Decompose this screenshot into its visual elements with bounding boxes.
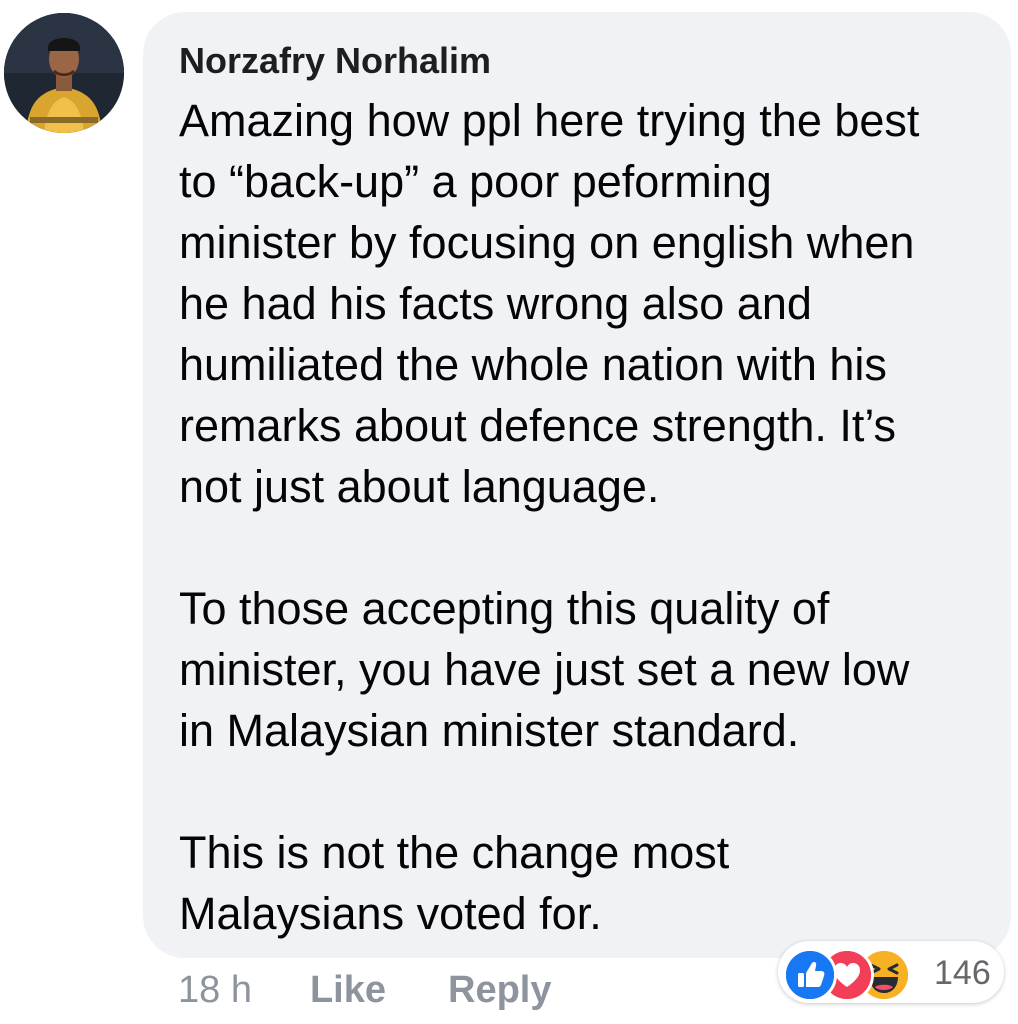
comment-bubble: Norzafry Norhalim Amazing how ppl here t… <box>143 12 1011 958</box>
reaction-count: 146 <box>934 954 991 992</box>
comment-text: Amazing how ppl here trying the best to … <box>179 90 1009 944</box>
like-icon <box>783 948 837 1002</box>
timestamp[interactable]: 18 h <box>178 969 252 1012</box>
comment-actions: 18 h Like Reply <box>178 964 552 1016</box>
comment-screen: Norzafry Norhalim Amazing how ppl here t… <box>0 0 1018 1024</box>
author-name[interactable]: Norzafry Norhalim <box>179 40 491 82</box>
comment-paragraph: This is not the change most Malaysians v… <box>179 827 730 939</box>
reaction-summary[interactable]: 146 <box>778 941 1004 1003</box>
comment-paragraph: Amazing how ppl here trying the best to … <box>179 95 920 512</box>
avatar[interactable] <box>4 13 124 133</box>
like-button[interactable]: Like <box>310 969 386 1012</box>
comment-paragraph: To those accepting this quality of minis… <box>179 583 910 756</box>
reply-button[interactable]: Reply <box>448 969 551 1012</box>
